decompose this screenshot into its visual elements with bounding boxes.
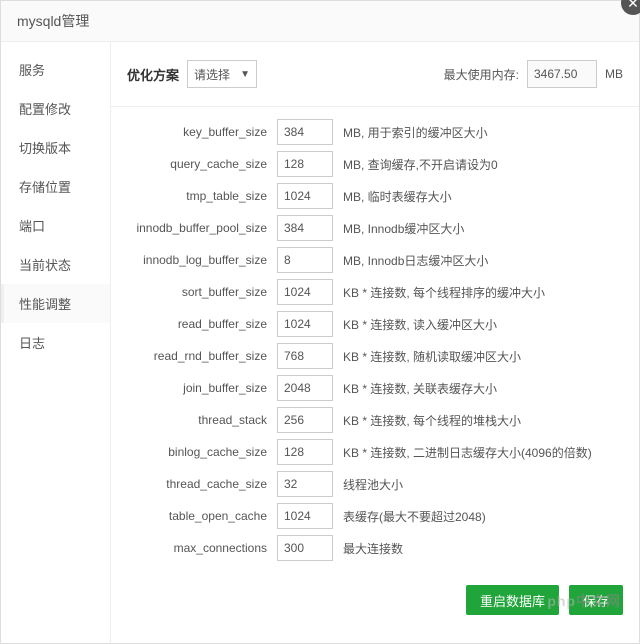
config-desc: KB * 连接数, 每个线程的堆栈大小 [343,412,521,429]
config-input[interactable] [277,471,333,497]
config-row: table_open_cache 表缓存(最大不要超过2048) [127,503,623,529]
config-label: max_connections [127,541,277,555]
config-row: query_cache_size MB, 查询缓存,不开启请设为0 [127,151,623,177]
config-desc: MB, 用于索引的缓冲区大小 [343,124,488,141]
main-panel: 优化方案 请选择 ▼ 最大使用内存: MB key_buffer_size MB,… [111,42,639,643]
sidebar-item[interactable]: 服务 [1,50,110,89]
config-row: innodb_log_buffer_size MB, Innodb日志缓冲区大小 [127,247,623,273]
sidebar-item[interactable]: 性能调整 [1,284,110,323]
config-desc: 表缓存(最大不要超过2048) [343,508,486,525]
config-row: join_buffer_size KB * 连接数, 关联表缓存大小 [127,375,623,401]
plan-label: 优化方案 [127,65,179,84]
plan-select[interactable]: 请选择 ▼ [187,60,257,88]
config-input[interactable] [277,119,333,145]
config-input[interactable] [277,407,333,433]
config-input[interactable] [277,535,333,561]
config-label: binlog_cache_size [127,445,277,459]
config-desc: KB * 连接数, 二进制日志缓存大小(4096的倍数) [343,444,592,461]
config-label: innodb_buffer_pool_size [127,221,277,235]
config-input[interactable] [277,183,333,209]
config-row: binlog_cache_size KB * 连接数, 二进制日志缓存大小(409… [127,439,623,465]
config-desc: 最大连接数 [343,540,403,557]
config-desc: MB, 临时表缓存大小 [343,188,452,205]
config-input[interactable] [277,439,333,465]
config-input[interactable] [277,311,333,337]
config-input[interactable] [277,215,333,241]
config-row: read_buffer_size KB * 连接数, 读入缓冲区大小 [127,311,623,337]
config-rows: key_buffer_size MB, 用于索引的缓冲区大小 query_cache… [111,107,639,561]
config-row: tmp_table_size MB, 临时表缓存大小 [127,183,623,209]
sidebar-item[interactable]: 配置修改 [1,89,110,128]
footer: 重启数据库 保存 php中文网 [111,567,639,625]
config-input[interactable] [277,503,333,529]
config-desc: KB * 连接数, 关联表缓存大小 [343,380,497,397]
sidebar-item[interactable]: 存储位置 [1,167,110,206]
caret-down-icon: ▼ [240,69,250,80]
config-desc: MB, Innodb缓冲区大小 [343,220,464,237]
config-label: thread_cache_size [127,477,277,491]
config-label: query_cache_size [127,157,277,171]
config-label: table_open_cache [127,509,277,523]
sidebar-item[interactable]: 切换版本 [1,128,110,167]
top-row: 优化方案 请选择 ▼ 最大使用内存: MB [111,60,639,107]
config-desc: MB, Innodb日志缓冲区大小 [343,252,488,269]
config-label: thread_stack [127,413,277,427]
plan-selected: 请选择 [194,66,230,83]
config-row: thread_stack KB * 连接数, 每个线程的堆栈大小 [127,407,623,433]
config-row: innodb_buffer_pool_size MB, Innodb缓冲区大小 [127,215,623,241]
config-label: read_rnd_buffer_size [127,349,277,363]
config-input[interactable] [277,247,333,273]
config-input[interactable] [277,279,333,305]
config-input[interactable] [277,151,333,177]
save-button[interactable]: 保存 [569,585,623,615]
restart-db-button[interactable]: 重启数据库 [466,585,559,615]
sidebar-item[interactable]: 当前状态 [1,245,110,284]
sidebar-item[interactable]: 端口 [1,206,110,245]
config-desc: MB, 查询缓存,不开启请设为0 [343,156,498,173]
config-input[interactable] [277,375,333,401]
config-row: thread_cache_size 线程池大小 [127,471,623,497]
config-row: sort_buffer_size KB * 连接数, 每个线程排序的缓冲大小 [127,279,623,305]
config-label: innodb_log_buffer_size [127,253,277,267]
sidebar-item[interactable]: 日志 [1,323,110,362]
config-desc: KB * 连接数, 读入缓冲区大小 [343,316,497,333]
sidebar: 服务配置修改切换版本存储位置端口当前状态性能调整日志 [1,42,111,643]
config-row: key_buffer_size MB, 用于索引的缓冲区大小 [127,119,623,145]
config-desc: 线程池大小 [343,476,403,493]
config-label: tmp_table_size [127,189,277,203]
config-label: sort_buffer_size [127,285,277,299]
maxmem-input[interactable] [527,60,597,88]
config-row: max_connections 最大连接数 [127,535,623,561]
maxmem-unit: MB [605,67,623,81]
config-desc: KB * 连接数, 随机读取缓冲区大小 [343,348,521,365]
maxmem-label: 最大使用内存: [444,66,519,83]
config-label: read_buffer_size [127,317,277,331]
config-input[interactable] [277,343,333,369]
config-label: join_buffer_size [127,381,277,395]
config-label: key_buffer_size [127,125,277,139]
config-row: read_rnd_buffer_size KB * 连接数, 随机读取缓冲区大小 [127,343,623,369]
config-desc: KB * 连接数, 每个线程排序的缓冲大小 [343,284,545,301]
modal-header: mysqld管理 [1,1,639,42]
page-title: mysqld管理 [17,13,89,29]
